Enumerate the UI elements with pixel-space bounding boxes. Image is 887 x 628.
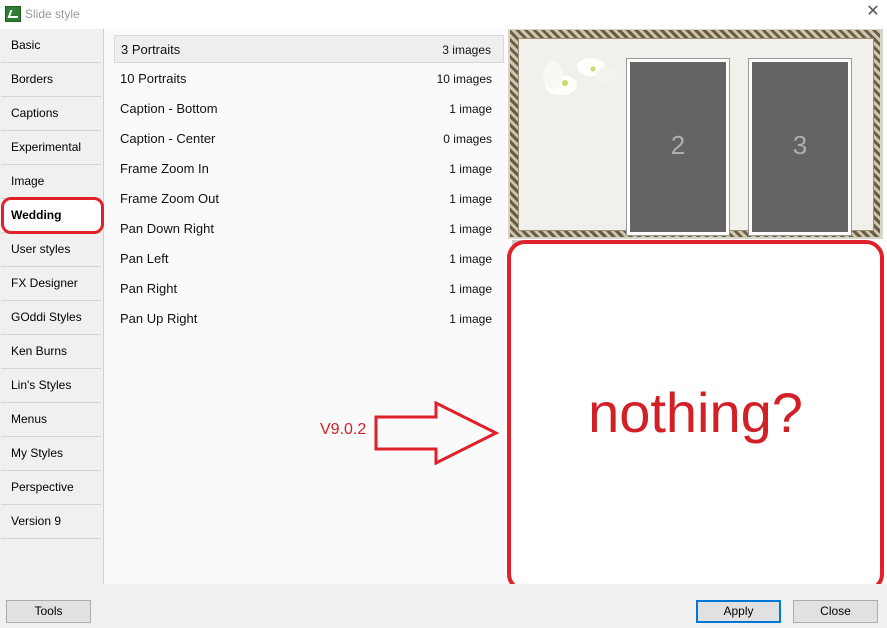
- style-preview: 2 3: [508, 29, 883, 239]
- title-bar: Slide style ✕: [0, 0, 887, 29]
- style-list: 3 Portraits 3 images 10 Portraits 10 images…: [104, 29, 506, 584]
- sidebar-item-label: FX Designer: [11, 276, 78, 290]
- list-item[interactable]: Pan Left 1 image: [114, 245, 504, 273]
- style-name: Pan Down Right: [120, 221, 214, 236]
- style-name: Pan Right: [120, 281, 178, 296]
- image-count: 1 image: [449, 162, 492, 176]
- sidebar-item-basic[interactable]: Basic: [1, 29, 101, 63]
- list-item[interactable]: 10 Portraits 10 images: [114, 65, 504, 93]
- category-sidebar: Basic Borders Captions Experimental Image Wed…: [0, 29, 104, 584]
- image-count: 1 image: [449, 102, 492, 116]
- image-count: 1 image: [449, 252, 492, 266]
- sidebar-item-experimental[interactable]: Experimental: [1, 131, 101, 165]
- image-count: 10 images: [436, 72, 492, 86]
- sidebar-item-captions[interactable]: Captions: [1, 97, 101, 131]
- sidebar-item-label: Ken Burns: [11, 344, 68, 358]
- sidebar-item-label: Version 9: [11, 514, 62, 528]
- style-name: Frame Zoom In: [120, 161, 209, 176]
- sidebar-item-label: User styles: [11, 242, 71, 256]
- sidebar-item-user-styles[interactable]: User styles: [1, 233, 101, 267]
- window-title: Slide style: [25, 7, 80, 21]
- sidebar-item-label: Basic: [11, 38, 41, 52]
- sidebar-item-label: My Styles: [11, 446, 64, 460]
- style-name: Pan Left: [120, 251, 169, 266]
- lily-flower-icon: [543, 58, 616, 95]
- image-count: 3 images: [442, 43, 491, 57]
- style-name: Frame Zoom Out: [120, 191, 219, 206]
- image-count: 1 image: [449, 192, 492, 206]
- sidebar-item-label: Lin's Styles: [11, 378, 72, 392]
- sidebar-item-image[interactable]: Image: [1, 165, 101, 199]
- tools-button[interactable]: Tools: [6, 600, 91, 623]
- annotation-text: nothing?: [588, 381, 803, 444]
- sidebar-item-menus[interactable]: Menus: [1, 403, 101, 437]
- sidebar-item-label: Borders: [11, 72, 54, 86]
- sidebar-item-borders[interactable]: Borders: [1, 63, 101, 97]
- list-item[interactable]: Frame Zoom In 1 image: [114, 155, 504, 183]
- slot-number-3: 3: [792, 130, 808, 160]
- sidebar-item-lin-s-styles[interactable]: Lin's Styles: [1, 369, 101, 403]
- sidebar-item-label: Captions: [11, 106, 59, 120]
- annotation-box: nothing?: [507, 240, 884, 592]
- list-item[interactable]: Frame Zoom Out 1 image: [114, 185, 504, 213]
- sidebar-item-label: Menus: [11, 412, 48, 426]
- annotation-version-label: V9.0.2: [320, 421, 367, 438]
- style-name: 3 Portraits: [121, 42, 181, 57]
- app-icon: [5, 6, 21, 22]
- list-item[interactable]: Pan Right 1 image: [114, 275, 504, 303]
- list-item[interactable]: Pan Down Right 1 image: [114, 215, 504, 243]
- sidebar-item-label: Perspective: [11, 480, 74, 494]
- sidebar-item-version-9[interactable]: Version 9: [1, 505, 101, 539]
- close-button[interactable]: Close: [793, 600, 878, 623]
- button-bar: Tools Apply Close: [0, 584, 887, 628]
- list-item[interactable]: 3 Portraits 3 images: [114, 35, 504, 63]
- sidebar-item-fx-designer[interactable]: FX Designer: [1, 267, 101, 301]
- list-item[interactable]: Pan Up Right 1 image: [114, 305, 504, 333]
- annotation-highlight-wedding: [1, 197, 104, 234]
- image-count: 0 images: [443, 132, 492, 146]
- sidebar-item-ken-burns[interactable]: Ken Burns: [1, 335, 101, 369]
- sidebar-item-label: Image: [11, 174, 45, 188]
- image-count: 1 image: [449, 312, 492, 326]
- list-item[interactable]: Caption - Bottom 1 image: [114, 95, 504, 123]
- frame-background: 2 3: [518, 38, 874, 236]
- sidebar-item-label: Experimental: [11, 140, 82, 154]
- portrait-slot-3: 3: [748, 58, 852, 236]
- sidebar-item-label: GOddi Styles: [11, 310, 82, 324]
- style-name: 10 Portraits: [120, 71, 187, 86]
- slot-number-2: 2: [670, 130, 686, 160]
- ornate-frame: 2 3: [510, 30, 880, 237]
- style-name: Caption - Bottom: [120, 101, 218, 116]
- list-item[interactable]: Caption - Center 0 images: [114, 125, 504, 153]
- style-name: Pan Up Right: [120, 311, 198, 326]
- image-count: 1 image: [449, 222, 492, 236]
- apply-button[interactable]: Apply: [696, 600, 781, 623]
- portrait-slot-2: 2: [626, 58, 730, 236]
- sidebar-item-my-styles[interactable]: My Styles: [1, 437, 101, 471]
- sidebar-item-goddi-styles[interactable]: GOddi Styles: [1, 301, 101, 335]
- style-name: Caption - Center: [120, 131, 216, 146]
- sidebar-item-perspective[interactable]: Perspective: [1, 471, 101, 505]
- close-icon[interactable]: ✕: [864, 3, 882, 21]
- image-count: 1 image: [449, 282, 492, 296]
- annotation-arrow-icon: [374, 401, 500, 465]
